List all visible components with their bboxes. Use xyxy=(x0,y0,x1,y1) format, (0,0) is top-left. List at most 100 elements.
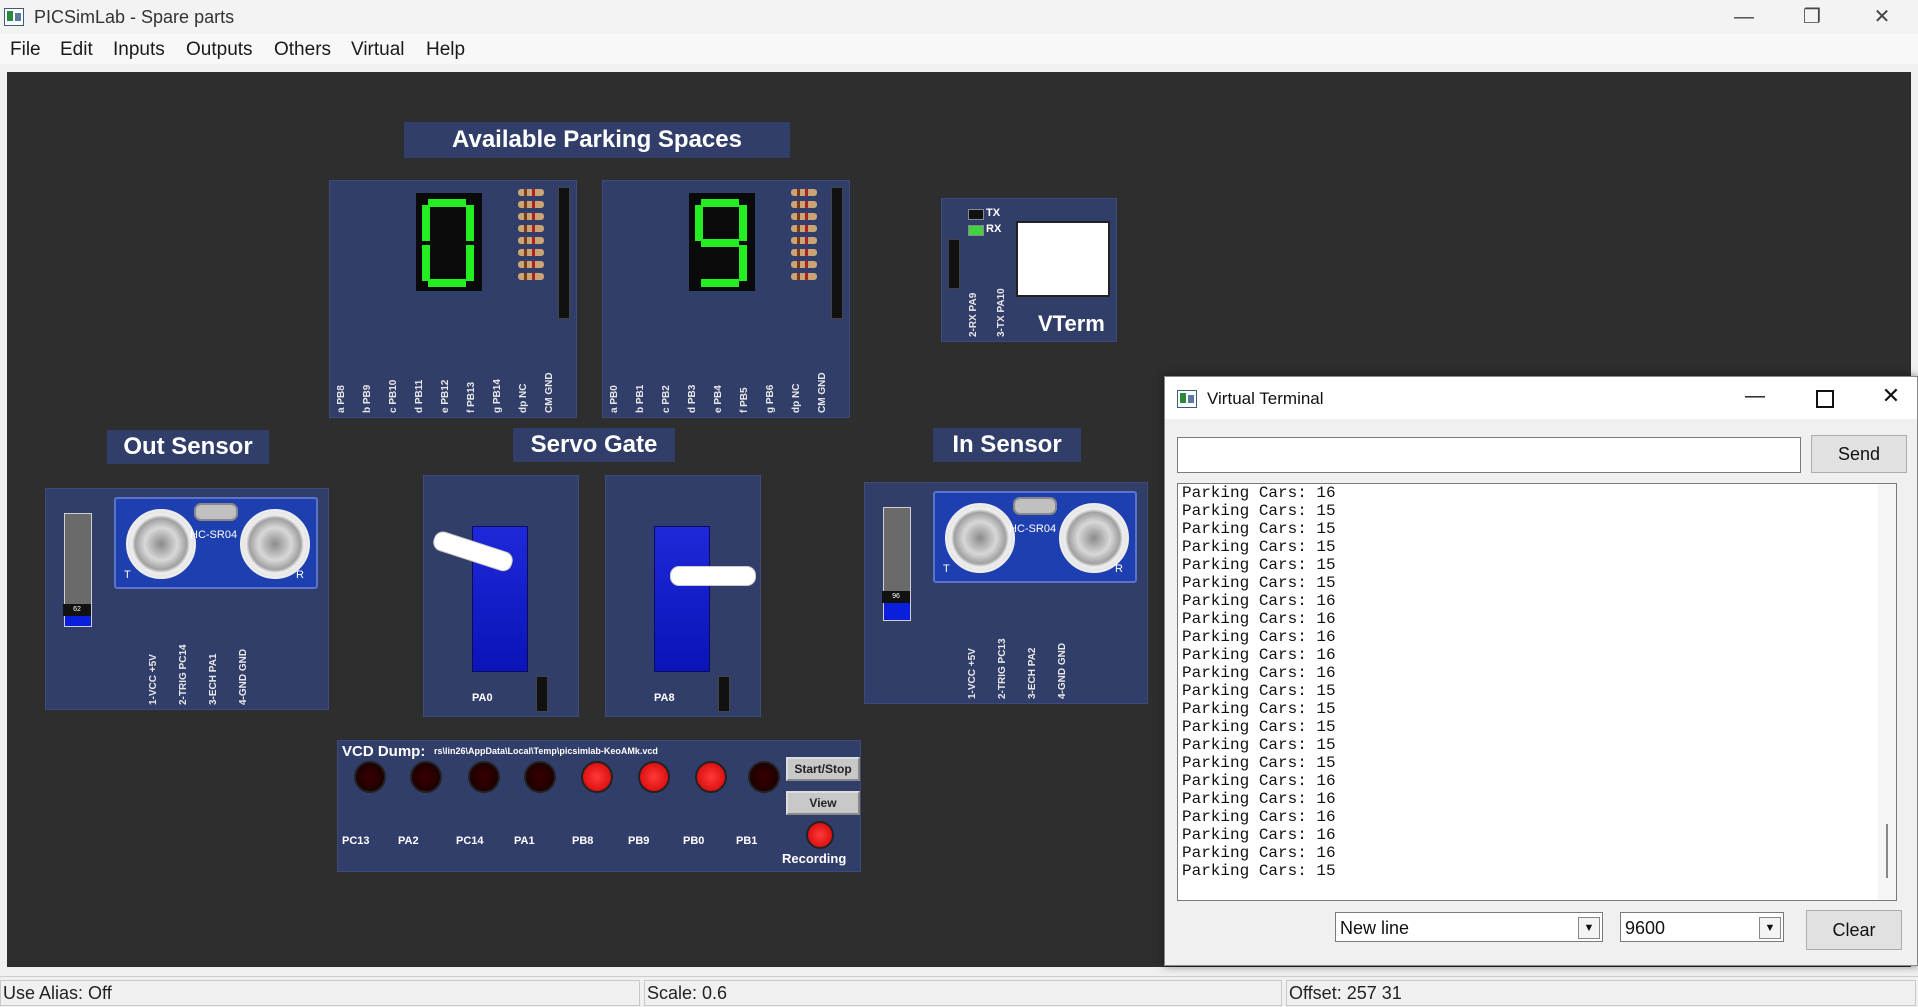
servo-arm-icon xyxy=(670,566,756,586)
vcd-channel: PA1 xyxy=(514,835,535,847)
status-alias: Use Alias: Off xyxy=(0,980,640,1006)
digit-right xyxy=(689,193,755,291)
status-scale: Scale: 0.6 xyxy=(644,980,1282,1006)
vt-line: Parking Cars: 15 xyxy=(1182,502,1336,520)
chevron-down-icon: ▼ xyxy=(1578,917,1600,939)
pin-label: d PB11 xyxy=(414,379,425,413)
slider-value[interactable]: 62 xyxy=(63,604,91,616)
out-sensor-title: Out Sensor xyxy=(107,430,269,464)
picsimlab-app-icon xyxy=(4,8,24,26)
slider-value[interactable]: 96 xyxy=(882,591,910,603)
pin-label: d PB3 xyxy=(687,384,698,413)
distance-slider[interactable] xyxy=(64,513,92,611)
vt-maximize-button[interactable] xyxy=(1805,385,1845,411)
vcd-led xyxy=(638,761,670,793)
view-button[interactable]: View xyxy=(786,791,860,815)
hc-sr04-module: HC-SR04 T R xyxy=(933,491,1137,583)
t-label: T xyxy=(943,563,950,575)
menu-outputs[interactable]: Outputs xyxy=(186,39,253,61)
vt-line: Parking Cars: 16 xyxy=(1182,664,1336,682)
vt-scrollbar[interactable] xyxy=(1878,484,1896,900)
menu-others[interactable]: Others xyxy=(274,39,331,61)
vt-line: Parking Cars: 15 xyxy=(1182,538,1336,556)
chip-label: HC-SR04 xyxy=(1009,523,1057,535)
minimize-button[interactable]: — xyxy=(1714,0,1774,34)
vt-send-input[interactable] xyxy=(1177,437,1801,473)
vt-line: Parking Cars: 16 xyxy=(1182,610,1336,628)
virtual-terminal-window: Virtual Terminal — ✕ Send Parking Cars: … xyxy=(1164,376,1918,966)
vcd-led xyxy=(354,761,386,793)
in-sensor-board[interactable]: 96 HC-SR04 T R 1-VCC +5V 2-TRIG PC13 3-E… xyxy=(864,482,1148,704)
scrollbar-thumb[interactable] xyxy=(1886,824,1888,878)
vcd-channel: PB0 xyxy=(683,835,705,847)
menu-edit[interactable]: Edit xyxy=(60,39,93,61)
pin-label: 4-GND GND xyxy=(1057,642,1068,699)
out-sensor-board[interactable]: 62 HC-SR04 T R 1-VCC +5V 2-TRIG PC14 3-E… xyxy=(45,488,329,710)
crystal-icon xyxy=(1013,497,1057,515)
pin-label: g PB6 xyxy=(765,384,776,413)
pin-label: 2-RX PA9 xyxy=(968,292,979,337)
pin-label: c PB10 xyxy=(388,379,399,413)
chip-label: HC-SR04 xyxy=(190,529,238,541)
r-label: R xyxy=(296,569,304,581)
send-button[interactable]: Send xyxy=(1811,435,1907,473)
line-ending-value: New line xyxy=(1340,918,1410,938)
header-pins xyxy=(831,187,843,319)
pin-label: CM GND xyxy=(544,372,555,413)
vt-line: Parking Cars: 16 xyxy=(1182,628,1336,646)
vt-line: Parking Cars: 15 xyxy=(1182,574,1336,592)
menu-file[interactable]: File xyxy=(10,39,41,61)
vt-title-bar: Virtual Terminal — ✕ xyxy=(1165,377,1917,419)
servo-2-board[interactable]: PA8 xyxy=(605,475,761,717)
maximize-button[interactable]: ❐ xyxy=(1782,0,1842,34)
pin-label: 1-VCC +5V xyxy=(148,654,159,705)
recording-label: Recording xyxy=(782,851,847,866)
pin-label: 3-TX PA10 xyxy=(996,288,1007,337)
servo-gate-title: Servo Gate xyxy=(513,428,675,462)
clear-button[interactable]: Clear xyxy=(1806,910,1902,950)
baud-rate-select[interactable]: 9600 ▼ xyxy=(1620,912,1784,942)
servo-body xyxy=(654,526,710,672)
status-bar: Use Alias: Off Scale: 0.6 Offset: 257 31 xyxy=(0,976,1918,1007)
header-pins xyxy=(558,187,570,319)
start-stop-button[interactable]: Start/Stop xyxy=(786,757,860,781)
servo-1-board[interactable]: PA0 xyxy=(423,475,579,717)
vt-line: Parking Cars: 15 xyxy=(1182,754,1336,772)
pin-label: f PB13 xyxy=(466,381,477,413)
vterm-label: VTerm xyxy=(1038,311,1105,336)
close-button[interactable]: ✕ xyxy=(1852,0,1912,34)
seven-segment-display-right[interactable]: a PB0 b PB1 c PB2 d PB3 e PB4 f PB5 g PB… xyxy=(602,180,850,418)
vcd-dump-part[interactable]: VCD Dump: rs\lin26\AppData\Local\Temp\pi… xyxy=(337,740,861,872)
vt-close-button[interactable]: ✕ xyxy=(1871,383,1911,409)
rx-label: RX xyxy=(986,223,1002,235)
in-sensor-title: In Sensor xyxy=(933,428,1081,462)
parking-title: Available Parking Spaces xyxy=(404,122,790,158)
vterm-part[interactable]: TX RX VTerm 2-RX PA9 3-TX PA10 xyxy=(941,198,1117,342)
vcd-channel: PC13 xyxy=(342,835,370,847)
line-ending-select[interactable]: New line ▼ xyxy=(1335,912,1603,942)
menu-inputs[interactable]: Inputs xyxy=(113,39,165,61)
pin-label: 3-ECH PA2 xyxy=(1027,647,1038,700)
pin-label: b PB1 xyxy=(635,384,646,413)
pin-label: 2-TRIG PC13 xyxy=(997,638,1008,699)
servo-pin-label: PA8 xyxy=(654,692,675,704)
vt-app-icon xyxy=(1177,390,1197,408)
vt-output-area[interactable]: Parking Cars: 16 Parking Cars: 15 Parkin… xyxy=(1177,483,1897,901)
vt-line: Parking Cars: 15 xyxy=(1182,700,1336,718)
vcd-channel: PB1 xyxy=(736,835,758,847)
vt-line: Parking Cars: 15 xyxy=(1182,520,1336,538)
baud-rate-value: 9600 xyxy=(1625,918,1666,938)
menu-bar: File Edit Inputs Outputs Others Virtual … xyxy=(0,34,1918,64)
pin-label: 2-TRIG PC14 xyxy=(178,644,189,705)
vcd-led xyxy=(468,761,500,793)
pin-label: CM GND xyxy=(817,372,828,413)
window-title: PICSimLab - Spare parts xyxy=(34,7,235,27)
menu-help[interactable]: Help xyxy=(426,39,465,61)
vt-line: Parking Cars: 16 xyxy=(1182,592,1336,610)
seven-segment-display-left[interactable]: a PB8 b PB9 c PB10 d PB11 e PB12 f PB13 … xyxy=(329,180,577,418)
vt-title: Virtual Terminal xyxy=(1207,389,1324,408)
pin-label: 3-ECH PA1 xyxy=(208,653,219,706)
vt-minimize-button[interactable]: — xyxy=(1735,385,1775,411)
menu-virtual[interactable]: Virtual xyxy=(351,39,405,61)
vt-line: Parking Cars: 16 xyxy=(1182,826,1336,844)
